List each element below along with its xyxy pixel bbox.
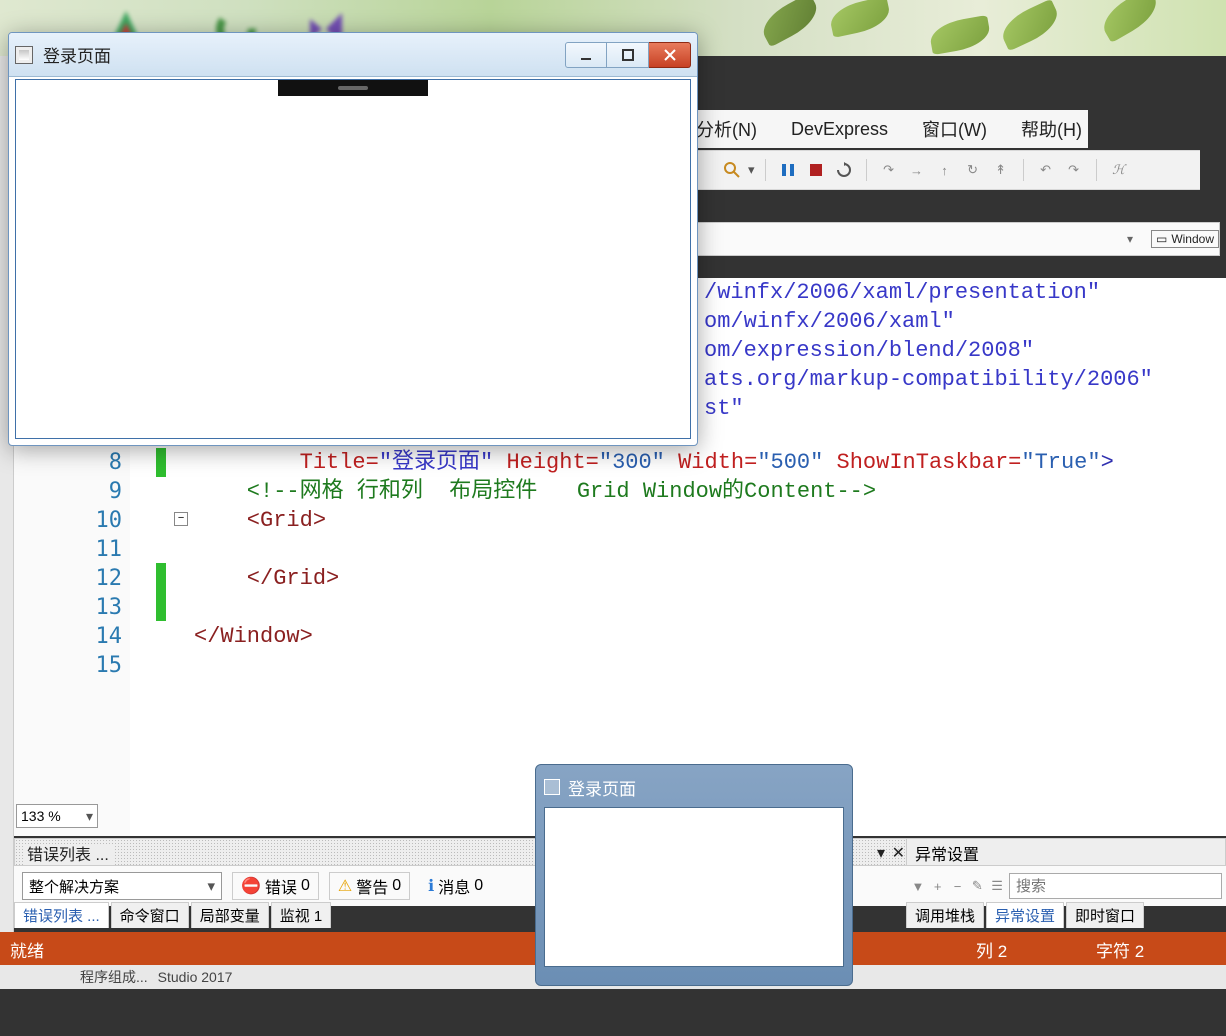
- tab-exception-settings[interactable]: 异常设置: [986, 902, 1064, 928]
- step-icon[interactable]: ↟: [989, 158, 1013, 182]
- exception-search-input[interactable]: [1009, 873, 1222, 899]
- error-icon: ⛔: [241, 876, 261, 896]
- app-icon: [15, 46, 33, 64]
- restart-icon[interactable]: [832, 158, 856, 182]
- leaf-decoration: [828, 0, 893, 38]
- zoom-value: 133 %: [21, 808, 61, 824]
- exception-settings-header: 异常设置: [906, 838, 1226, 866]
- change-marker: [156, 563, 166, 621]
- status-column: 列 2: [976, 937, 1096, 962]
- zoom-combo[interactable]: 133 % ▾: [16, 804, 98, 828]
- menu-window[interactable]: 窗口(W): [916, 112, 993, 146]
- tab-watch1[interactable]: 监视 1: [271, 902, 332, 928]
- warning-icon: ⚠: [338, 876, 352, 896]
- login-app-titlebar[interactable]: 登录页面: [9, 33, 697, 77]
- menu-devexpress[interactable]: DevExpress: [785, 115, 894, 144]
- status-char: 字符 2: [1096, 937, 1216, 962]
- menu-help[interactable]: 帮助(H): [1015, 112, 1088, 146]
- edit-icon[interactable]: ✎: [969, 873, 985, 899]
- list-icon[interactable]: ☰: [989, 873, 1005, 899]
- messages-pill[interactable]: ℹ 消息 0: [420, 872, 491, 900]
- app-icon: [544, 779, 560, 795]
- exception-settings-title: 异常设置: [915, 847, 979, 864]
- taskbar-preview-thumbnail[interactable]: [544, 807, 844, 967]
- footer-item[interactable]: Studio 2017: [158, 969, 233, 985]
- leaf-decoration: [1097, 0, 1164, 43]
- step-out-icon[interactable]: ↑: [933, 158, 957, 182]
- ide-toolbar: ▾ ↷ → ↑ ↻ ↟ ↶ ↷ ℋ: [690, 150, 1200, 190]
- tab-locals[interactable]: 局部变量: [191, 902, 269, 928]
- leaf-decoration: [996, 0, 1063, 51]
- chevron-down-icon: ▾: [207, 877, 215, 895]
- leaf-decoration: [928, 15, 992, 55]
- scope-label: Window: [1171, 232, 1214, 246]
- dark-handle: [278, 80, 428, 96]
- exception-tab-strip: 调用堆栈 异常设置 即时窗口: [906, 902, 1226, 928]
- error-list-title: 错误列表 ...: [23, 846, 113, 865]
- errors-pill[interactable]: ⛔ 错误 0: [232, 872, 319, 900]
- maximize-button[interactable]: [607, 42, 649, 68]
- tab-callstack[interactable]: 调用堆栈: [906, 902, 984, 928]
- redo-icon[interactable]: ↷: [1062, 158, 1086, 182]
- fold-toggle[interactable]: −: [174, 512, 188, 526]
- login-app-title: 登录页面: [43, 42, 111, 67]
- step-icon[interactable]: ↻: [961, 158, 985, 182]
- tab-command-window[interactable]: 命令窗口: [111, 902, 189, 928]
- scope-window[interactable]: ▭ Window: [1151, 230, 1219, 248]
- step-over-icon[interactable]: →: [905, 158, 929, 182]
- stop-icon[interactable]: [804, 158, 828, 182]
- window-icon: ▭: [1156, 232, 1167, 246]
- footer-item[interactable]: 程序组成...: [80, 967, 148, 987]
- pause-icon[interactable]: [776, 158, 800, 182]
- menu-analyze[interactable]: 分析(N): [690, 112, 763, 146]
- exception-settings-body: ▼ + − ✎ ☰: [906, 866, 1226, 906]
- taskbar-preview-title: 登录页面: [544, 773, 844, 801]
- leaf-decoration: [756, 0, 823, 47]
- status-ready: 就绪: [10, 937, 44, 962]
- tab-immediate[interactable]: 即时窗口: [1066, 902, 1144, 928]
- minimize-button[interactable]: [565, 42, 607, 68]
- change-marker: [156, 448, 166, 477]
- info-icon: ℹ: [428, 876, 434, 896]
- error-scope-value: 整个解决方案: [29, 876, 119, 897]
- ide-menu-bar: 分析(N) DevExpress 窗口(W) 帮助(H): [690, 110, 1088, 148]
- filter-icon[interactable]: ▼: [910, 873, 926, 899]
- close-icon[interactable]: ✕: [892, 843, 905, 863]
- close-button[interactable]: [649, 42, 691, 68]
- chevron-down-icon: ▾: [86, 808, 93, 825]
- minus-icon[interactable]: −: [950, 873, 966, 899]
- plus-icon[interactable]: +: [930, 873, 946, 899]
- scope-bar: ▾ ▭ Window: [690, 222, 1220, 256]
- taskbar-preview[interactable]: 登录页面: [535, 764, 853, 986]
- scope-dropdown[interactable]: ▾: [933, 232, 1133, 246]
- warnings-pill[interactable]: ⚠ 警告 0: [329, 872, 410, 900]
- login-app-window[interactable]: 登录页面: [8, 32, 698, 446]
- tab-error-list[interactable]: 错误列表 ...: [14, 902, 109, 928]
- bottom-tab-strip: 错误列表 ... 命令窗口 局部变量 监视 1: [14, 902, 333, 928]
- error-scope-combo[interactable]: 整个解决方案 ▾: [22, 872, 222, 900]
- login-app-client-area[interactable]: [15, 79, 691, 439]
- step-into-icon[interactable]: ↷: [877, 158, 901, 182]
- pin-icon[interactable]: ▾: [877, 843, 885, 863]
- tool-icon[interactable]: ℋ: [1107, 158, 1131, 182]
- find-icon[interactable]: [720, 158, 744, 182]
- undo-icon[interactable]: ↶: [1034, 158, 1058, 182]
